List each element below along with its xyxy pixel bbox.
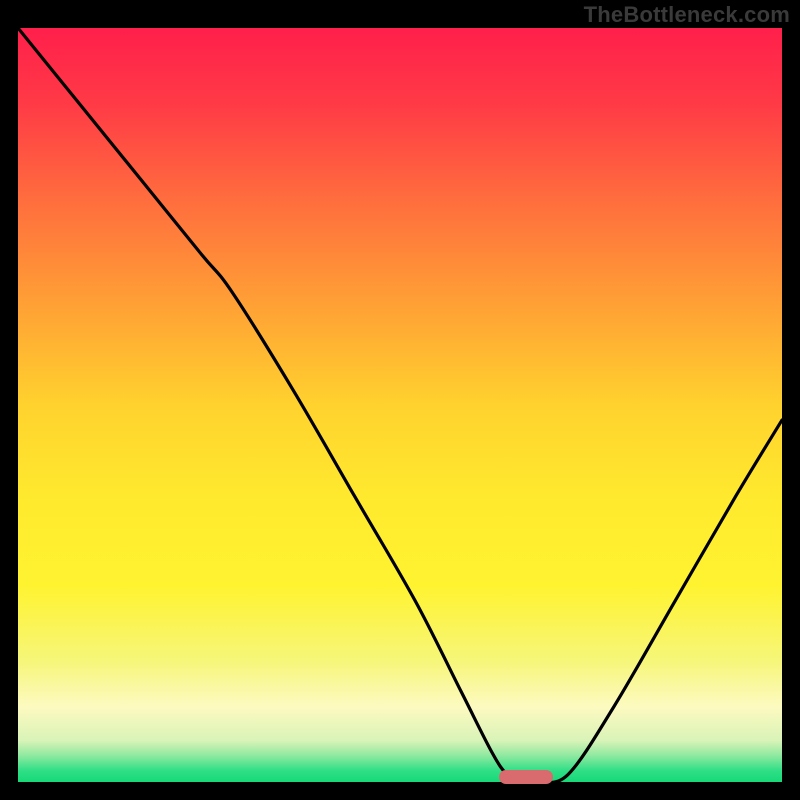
optimal-range-marker xyxy=(499,770,552,784)
background-gradient xyxy=(18,28,782,782)
watermark-text: TheBottleneck.com xyxy=(584,2,790,28)
plot-area xyxy=(18,28,782,782)
chart-frame: TheBottleneck.com xyxy=(0,0,800,800)
